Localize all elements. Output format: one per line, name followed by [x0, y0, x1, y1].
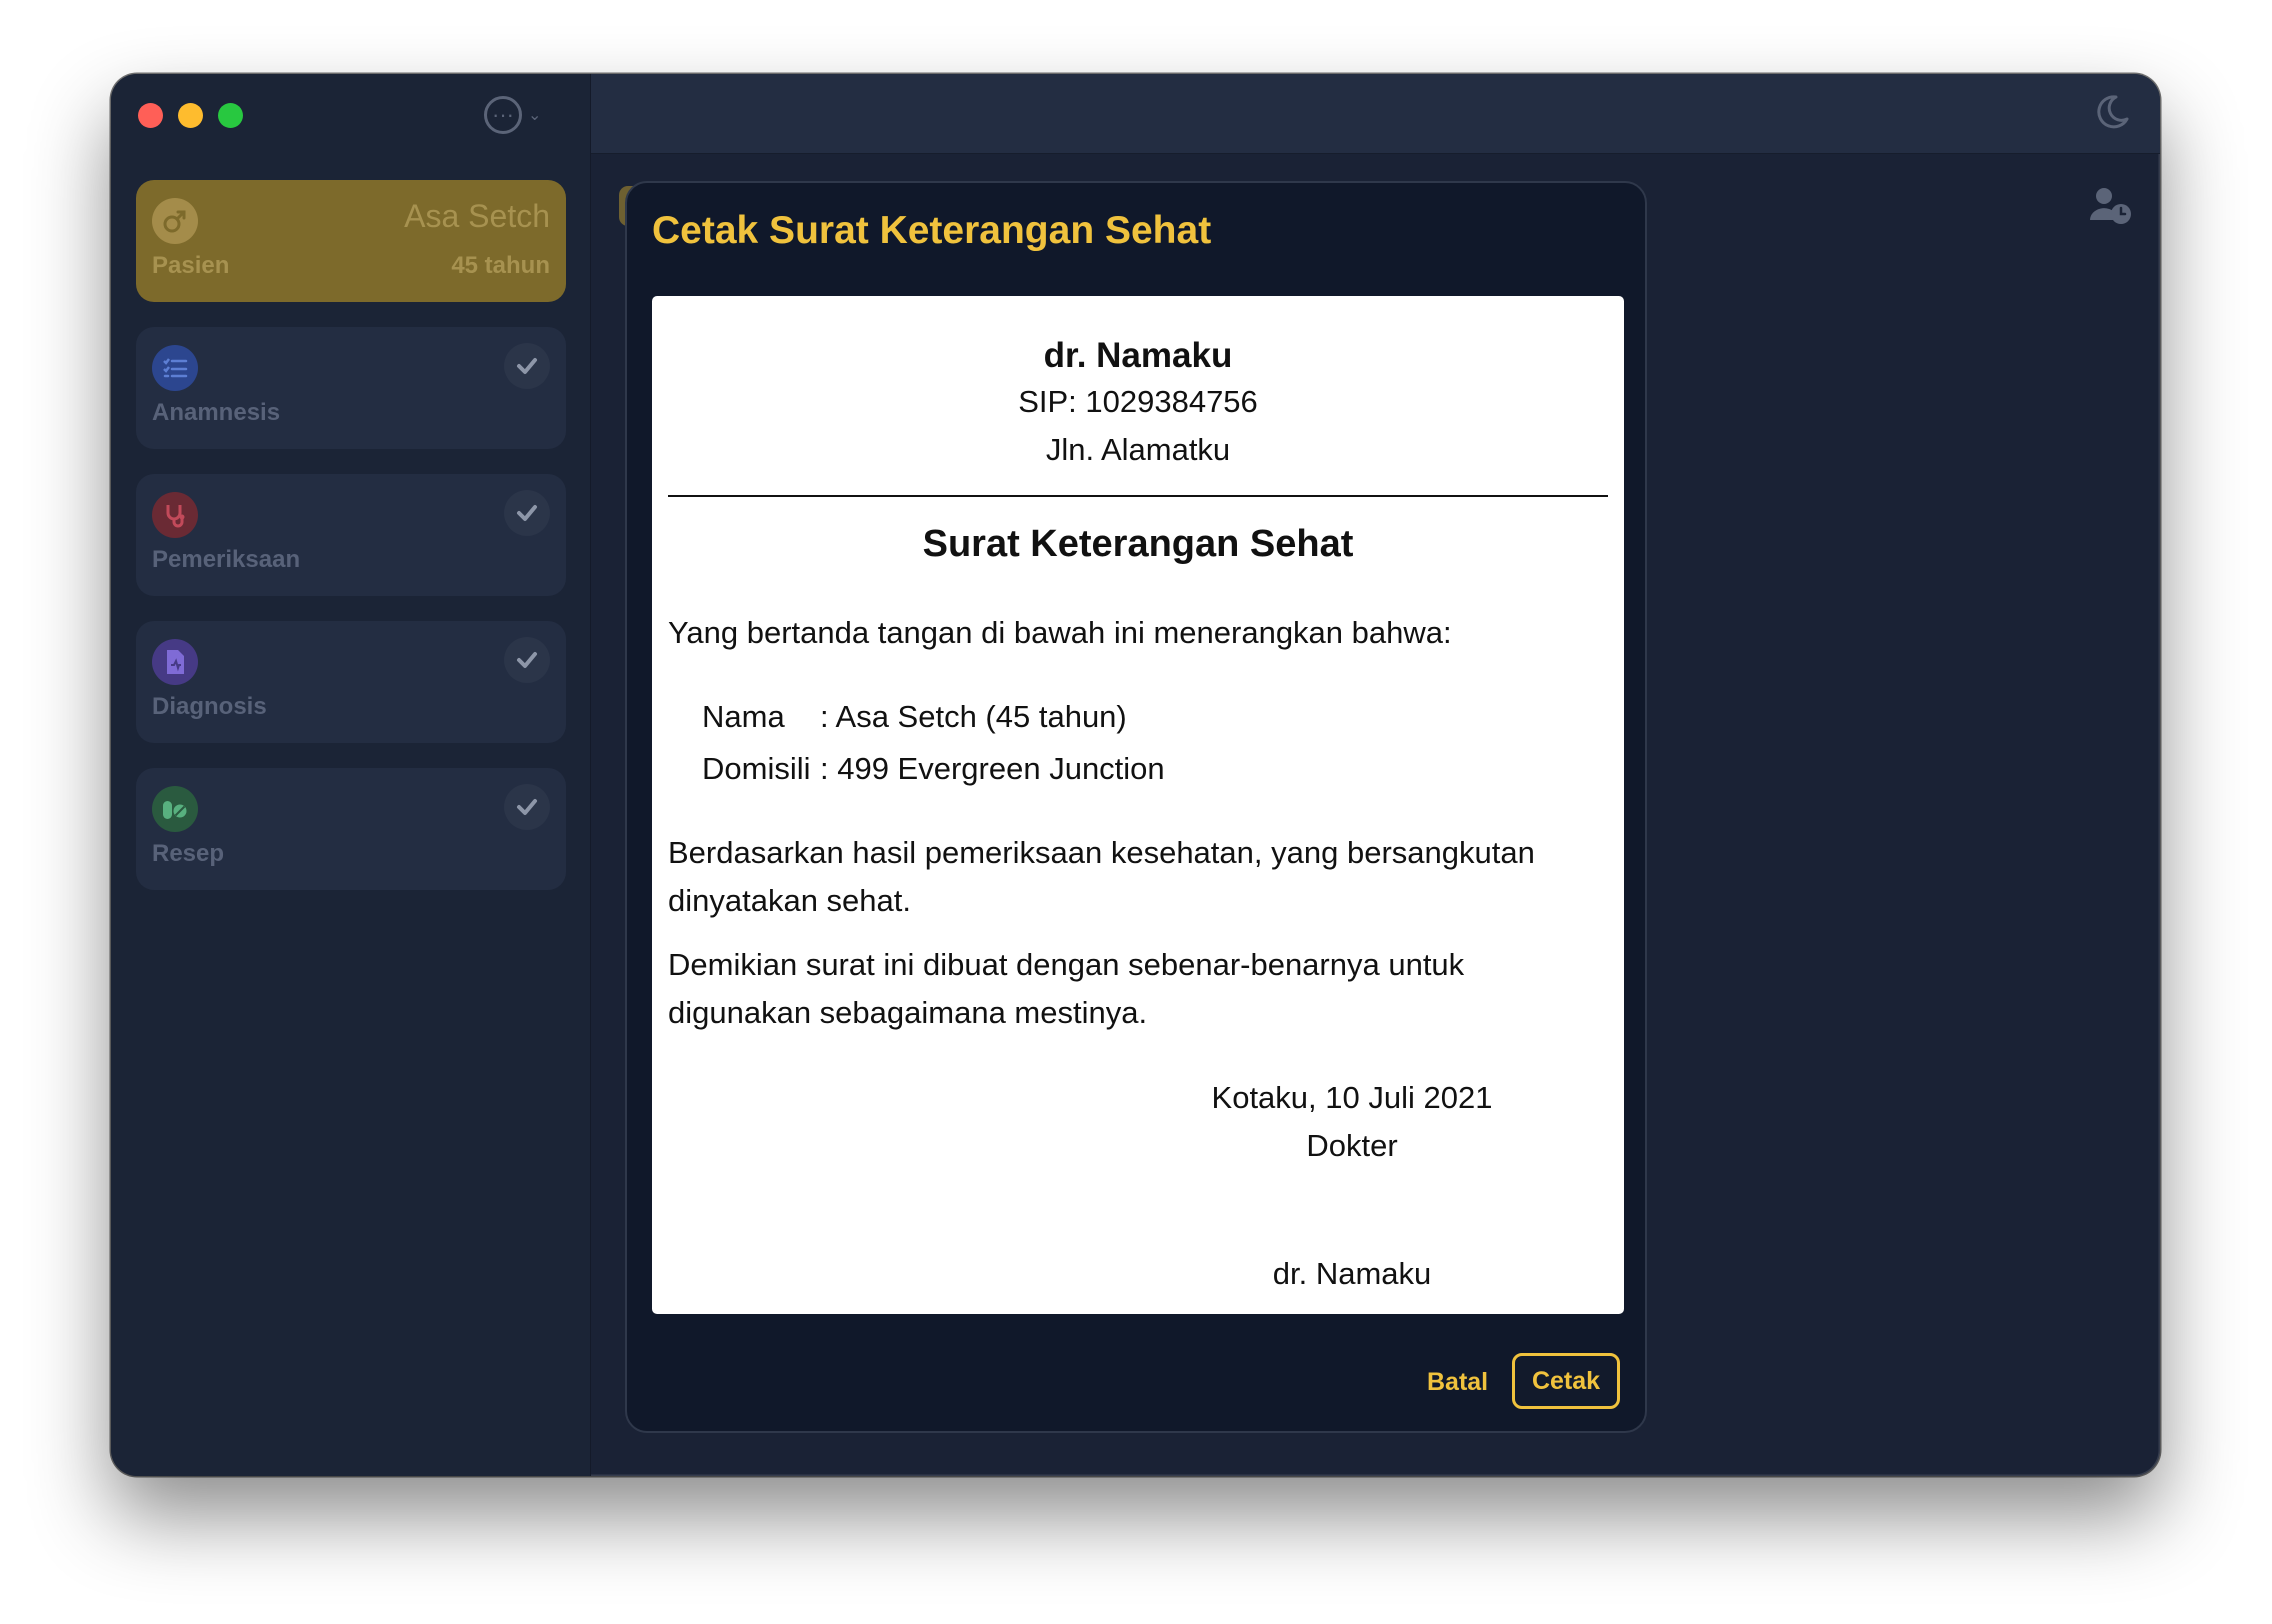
letter-title: Surat Keterangan Sehat [922, 523, 1354, 565]
user-clock-icon [2090, 188, 2131, 224]
patient-fields: Nama : Asa Setch (45 tahun) Domisili : 4… [652, 691, 1624, 795]
medical-file-icon [152, 639, 198, 685]
checkmark-icon [504, 784, 550, 830]
signature-place-date: Kotaku, 10 Juli 2021 [1211, 1080, 1493, 1115]
sidebar-item-anamnesis[interactable]: Anamnesis [136, 327, 566, 449]
letter-header: dr. Namaku SIP: 1029384756 Jln. Alamatku [652, 296, 1624, 474]
moon-icon [2097, 95, 2129, 129]
sidebar-item-resep[interactable]: Resep [136, 768, 566, 890]
patient-queue-button[interactable] [2090, 186, 2134, 231]
checkmark-icon [504, 343, 550, 389]
more-options-button[interactable]: ··· ⌄ [484, 96, 541, 134]
letter-body-closing: Demikian surat ini dibuat dengan sebenar… [668, 947, 1465, 1030]
ellipsis-icon: ··· [484, 96, 522, 134]
dark-mode-toggle[interactable] [2092, 92, 2132, 137]
print-dialog: Cetak Surat Keterangan Sehat dr. Namaku … [625, 181, 1647, 1433]
field-value: : Asa Setch (45 tahun) [820, 699, 1127, 734]
checkmark-icon [504, 490, 550, 536]
sidebar-item-label: Resep [152, 840, 225, 867]
doctor-sip: SIP: 1029384756 [1018, 384, 1258, 419]
sidebar-item-label: Pemeriksaan [152, 546, 301, 573]
letter-intro: Yang bertanda tangan di bawah ini menera… [668, 615, 1452, 650]
checkmark-icon [504, 637, 550, 683]
field-row-domicile: Domisili : 499 Evergreen Junction [702, 743, 1624, 795]
patient-age: 45 tahun [451, 252, 550, 279]
male-icon [152, 198, 198, 244]
field-key: Nama [702, 699, 785, 734]
patient-name: Asa Setch [404, 198, 550, 234]
toolbar [591, 74, 2160, 154]
minimize-window-button[interactable] [178, 103, 203, 128]
chevron-down-icon: ⌄ [528, 107, 542, 124]
sidebar-item-pemeriksaan[interactable]: Pemeriksaan [136, 474, 566, 596]
print-button[interactable]: Cetak [1512, 1353, 1620, 1409]
field-value: : 499 Evergreen Junction [820, 751, 1165, 786]
checklist-icon [152, 345, 198, 391]
sidebar-item-label: Diagnosis [152, 693, 267, 720]
letter-preview: dr. Namaku SIP: 1029384756 Jln. Alamatku… [652, 296, 1624, 1314]
stethoscope-icon [152, 492, 198, 538]
zoom-window-button[interactable] [218, 103, 243, 128]
sidebar-item-diagnosis[interactable]: Diagnosis [136, 621, 566, 743]
close-window-button[interactable] [138, 103, 163, 128]
app-window: ··· ⌄ Asa Setch Pasien 45 tahun Anamnesi… [111, 74, 2160, 1476]
sidebar-item-patient[interactable]: Asa Setch Pasien 45 tahun [136, 180, 566, 302]
signature-role: Dokter [1306, 1128, 1398, 1163]
signature-name: dr. Namaku [1272, 1256, 1432, 1291]
pills-icon [152, 786, 198, 832]
letter-body-statement: Berdasarkan hasil pemeriksaan kesehatan,… [668, 835, 1535, 918]
cancel-button[interactable]: Batal [1427, 1368, 1488, 1397]
sidebar-item-label: Anamnesis [152, 399, 281, 426]
field-row-name: Nama : Asa Setch (45 tahun) [702, 691, 1624, 743]
header-divider [668, 495, 1608, 497]
sidebar-item-label: Pasien [152, 252, 230, 279]
doctor-address: Jln. Alamatku [1045, 432, 1231, 467]
sidebar: ··· ⌄ Asa Setch Pasien 45 tahun Anamnesi… [111, 74, 591, 1476]
field-key: Domisili [702, 751, 811, 786]
doctor-name: dr. Namaku [1043, 336, 1233, 375]
dialog-title: Cetak Surat Keterangan Sehat [652, 209, 1212, 252]
